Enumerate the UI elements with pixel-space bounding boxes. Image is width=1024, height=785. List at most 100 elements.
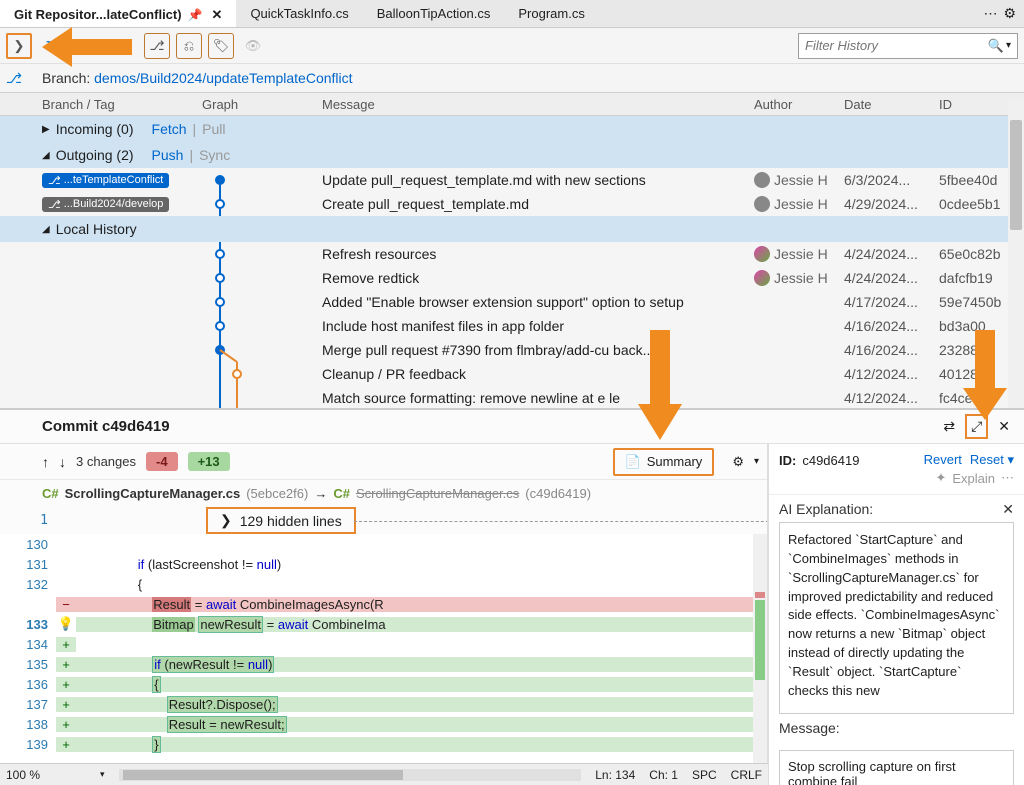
commit-message: Include host manifest files in app folde… xyxy=(322,318,754,334)
commit-row[interactable]: Remove redtick Jessie H 4/24/2024... daf… xyxy=(0,266,1024,290)
commit-row[interactable]: ⎇ ...teTemplateConflict Update pull_requ… xyxy=(0,168,1024,192)
branch-badge[interactable]: ⎇ ...teTemplateConflict xyxy=(42,173,169,188)
fetch-link[interactable]: Fetch xyxy=(152,121,187,137)
tab-file-3[interactable]: Program.cs xyxy=(504,0,598,27)
pin-icon[interactable]: 📌 xyxy=(188,8,203,22)
col-message[interactable]: Message xyxy=(322,97,754,112)
commit-row[interactable]: Refresh resources Jessie H 4/24/2024... … xyxy=(0,242,1024,266)
status-ch: Ch: 1 xyxy=(649,768,678,782)
minimap[interactable] xyxy=(753,534,767,785)
more-icon[interactable]: ⋯ xyxy=(983,5,997,22)
next-change-button[interactable]: ↓ xyxy=(59,454,66,470)
close-icon[interactable]: ✕ xyxy=(994,416,1014,437)
csharp-icon: C# xyxy=(333,486,350,501)
line-number: 130 xyxy=(0,537,56,552)
status-crlf: CRLF xyxy=(731,768,762,782)
avatar xyxy=(754,172,770,188)
filter-history-box[interactable]: 🔍 ▾ xyxy=(798,33,1018,59)
branch-name-link[interactable]: demos/Build2024/updateTemplateConflict xyxy=(94,70,352,86)
push-link[interactable]: Push xyxy=(152,147,184,163)
chevron-down-icon[interactable]: ▾ xyxy=(754,456,759,467)
tab-git-repository[interactable]: Git Repositor...lateConflict) 📌 ✕ xyxy=(0,0,236,27)
filter-history-input[interactable] xyxy=(805,38,988,53)
commit-date: 4/12/2024... xyxy=(844,366,939,382)
line-number: 133 xyxy=(0,617,56,632)
code-area[interactable]: 130 131 if (lastScreenshot != null) 132 … xyxy=(0,534,767,785)
col-author[interactable]: Author xyxy=(754,97,844,112)
commit-date: 4/24/2024... xyxy=(844,246,939,262)
commit-row[interactable]: Match source formatting: remove newline … xyxy=(0,386,1024,410)
show-first-branch-line-button[interactable]: ⎌ xyxy=(176,33,202,59)
chevron-down-icon[interactable]: ▾ xyxy=(1006,40,1011,51)
branch-label: Branch: xyxy=(42,70,90,86)
id-label: ID: xyxy=(779,453,796,468)
document-tabs: Git Repositor...lateConflict) 📌 ✕ QuickT… xyxy=(0,0,1024,28)
tab-file-1[interactable]: QuickTaskInfo.cs xyxy=(236,0,362,27)
col-date[interactable]: Date xyxy=(844,97,939,112)
all-branches-button[interactable]: ⎇ xyxy=(112,33,138,59)
scrollbar-vertical[interactable] xyxy=(1008,100,1024,410)
tags-button[interactable]: 🏷 xyxy=(208,33,234,59)
line-number: 135 xyxy=(0,657,56,672)
local-history-section[interactable]: ◢ Local History xyxy=(0,216,1024,242)
status-spc: SPC xyxy=(692,768,717,782)
scrollbar-horizontal[interactable] xyxy=(119,769,582,781)
commit-row[interactable]: Added "Enable browser extension support"… xyxy=(0,290,1024,314)
diff-file-path: C# ScrollingCaptureManager.cs (5ebce2f6)… xyxy=(0,480,767,507)
sync-link[interactable]: Sync xyxy=(199,147,230,163)
gear-icon[interactable]: ⚙ xyxy=(1003,5,1016,22)
editor-status-bar: 100 % ▾ Ln: 134 Ch: 1 SPC CRLF xyxy=(0,763,768,785)
refresh-button[interactable]: ↻ xyxy=(38,33,64,59)
zoom-level[interactable]: 100 % xyxy=(6,768,86,782)
file-name-left: ScrollingCaptureManager.cs xyxy=(65,486,241,501)
outgoing-section[interactable]: ◢ Outgoing (2) Push | Sync xyxy=(0,142,1024,168)
commit-row[interactable]: Cleanup / PR feedback 4/12/2024...401283… xyxy=(0,362,1024,386)
chevron-down-icon[interactable]: ▾ xyxy=(100,769,105,780)
gear-icon[interactable]: ⚙ xyxy=(732,454,744,470)
more-icon[interactable]: ⋯ xyxy=(1001,470,1014,486)
col-graph[interactable]: Graph xyxy=(202,97,322,112)
explain-link[interactable]: Explain xyxy=(952,471,995,486)
incoming-section[interactable]: ▶ Incoming (0) Fetch | Pull xyxy=(0,116,1024,142)
nav-back-button[interactable]: ❯ xyxy=(6,33,32,59)
commit-date: 4/17/2024... xyxy=(844,294,939,310)
show-graph-button[interactable]: ⎇ xyxy=(144,33,170,59)
commit-message: Create pull_request_template.md xyxy=(322,196,754,212)
prev-change-button[interactable]: ↑ xyxy=(42,454,49,470)
commit-row[interactable]: Merge pull request #7390 from flmbray/ad… xyxy=(0,338,1024,362)
commit-message: Match source formatting: remove newline … xyxy=(322,390,754,406)
line-number: 131 xyxy=(0,557,56,572)
deletions-badge: -4 xyxy=(146,452,178,471)
close-icon[interactable]: ✕ xyxy=(1002,501,1014,518)
commit-date: 4/12/2024... xyxy=(844,390,939,406)
tab-file-2[interactable]: BalloonTipAction.cs xyxy=(363,0,505,27)
branches-icon[interactable]: ⎇ xyxy=(6,70,22,87)
local-branches-button[interactable]: ⎇ xyxy=(70,33,96,59)
revert-link[interactable]: Revert xyxy=(924,452,962,468)
diff-pane: ↑ ↓ 3 changes -4 +13 📄 Summary ⚙ ▾ C# Sc… xyxy=(0,444,768,785)
section-title: Incoming (0) xyxy=(56,121,134,137)
ai-id-section: ID: c49d6419 Revert Reset ▾ ✦ Explain ⋯ xyxy=(769,444,1024,495)
summary-button[interactable]: 📄 Summary xyxy=(613,448,715,476)
commit-title: Commit c49d6419 xyxy=(42,418,170,435)
csharp-icon: C# xyxy=(42,486,59,501)
commit-date: 4/29/2024... xyxy=(844,196,939,212)
hide-button[interactable]: 👁 xyxy=(240,33,266,59)
close-icon[interactable]: ✕ xyxy=(212,7,223,23)
commit-message-section: Message: xyxy=(769,720,1024,746)
col-branch[interactable]: Branch / Tag xyxy=(42,97,202,112)
scrollbar-thumb[interactable] xyxy=(1010,120,1022,230)
commit-row[interactable]: Include host manifest files in app folde… xyxy=(0,314,1024,338)
commit-row[interactable]: ⎇ ...Build2024/develop Create pull_reque… xyxy=(0,192,1024,216)
search-icon[interactable]: 🔍 xyxy=(988,38,1004,54)
scrollbar-thumb[interactable] xyxy=(123,770,403,780)
ai-explanation-pane: ID: c49d6419 Revert Reset ▾ ✦ Explain ⋯ … xyxy=(768,444,1024,785)
expand-button[interactable]: ⤢ xyxy=(965,414,988,439)
hidden-lines-toggle[interactable]: ❯ 129 hidden lines xyxy=(206,507,356,534)
diff-layout-icon[interactable]: ⇄ xyxy=(939,416,959,437)
branch-badge[interactable]: ⎇ ...Build2024/develop xyxy=(42,197,169,212)
reset-link[interactable]: Reset ▾ xyxy=(970,452,1014,468)
pull-link[interactable]: Pull xyxy=(202,121,225,137)
commit-date: 4/16/2024... xyxy=(844,318,939,334)
detail-header: Commit c49d6419 ⇄ ⤢ ✕ xyxy=(0,410,1024,444)
